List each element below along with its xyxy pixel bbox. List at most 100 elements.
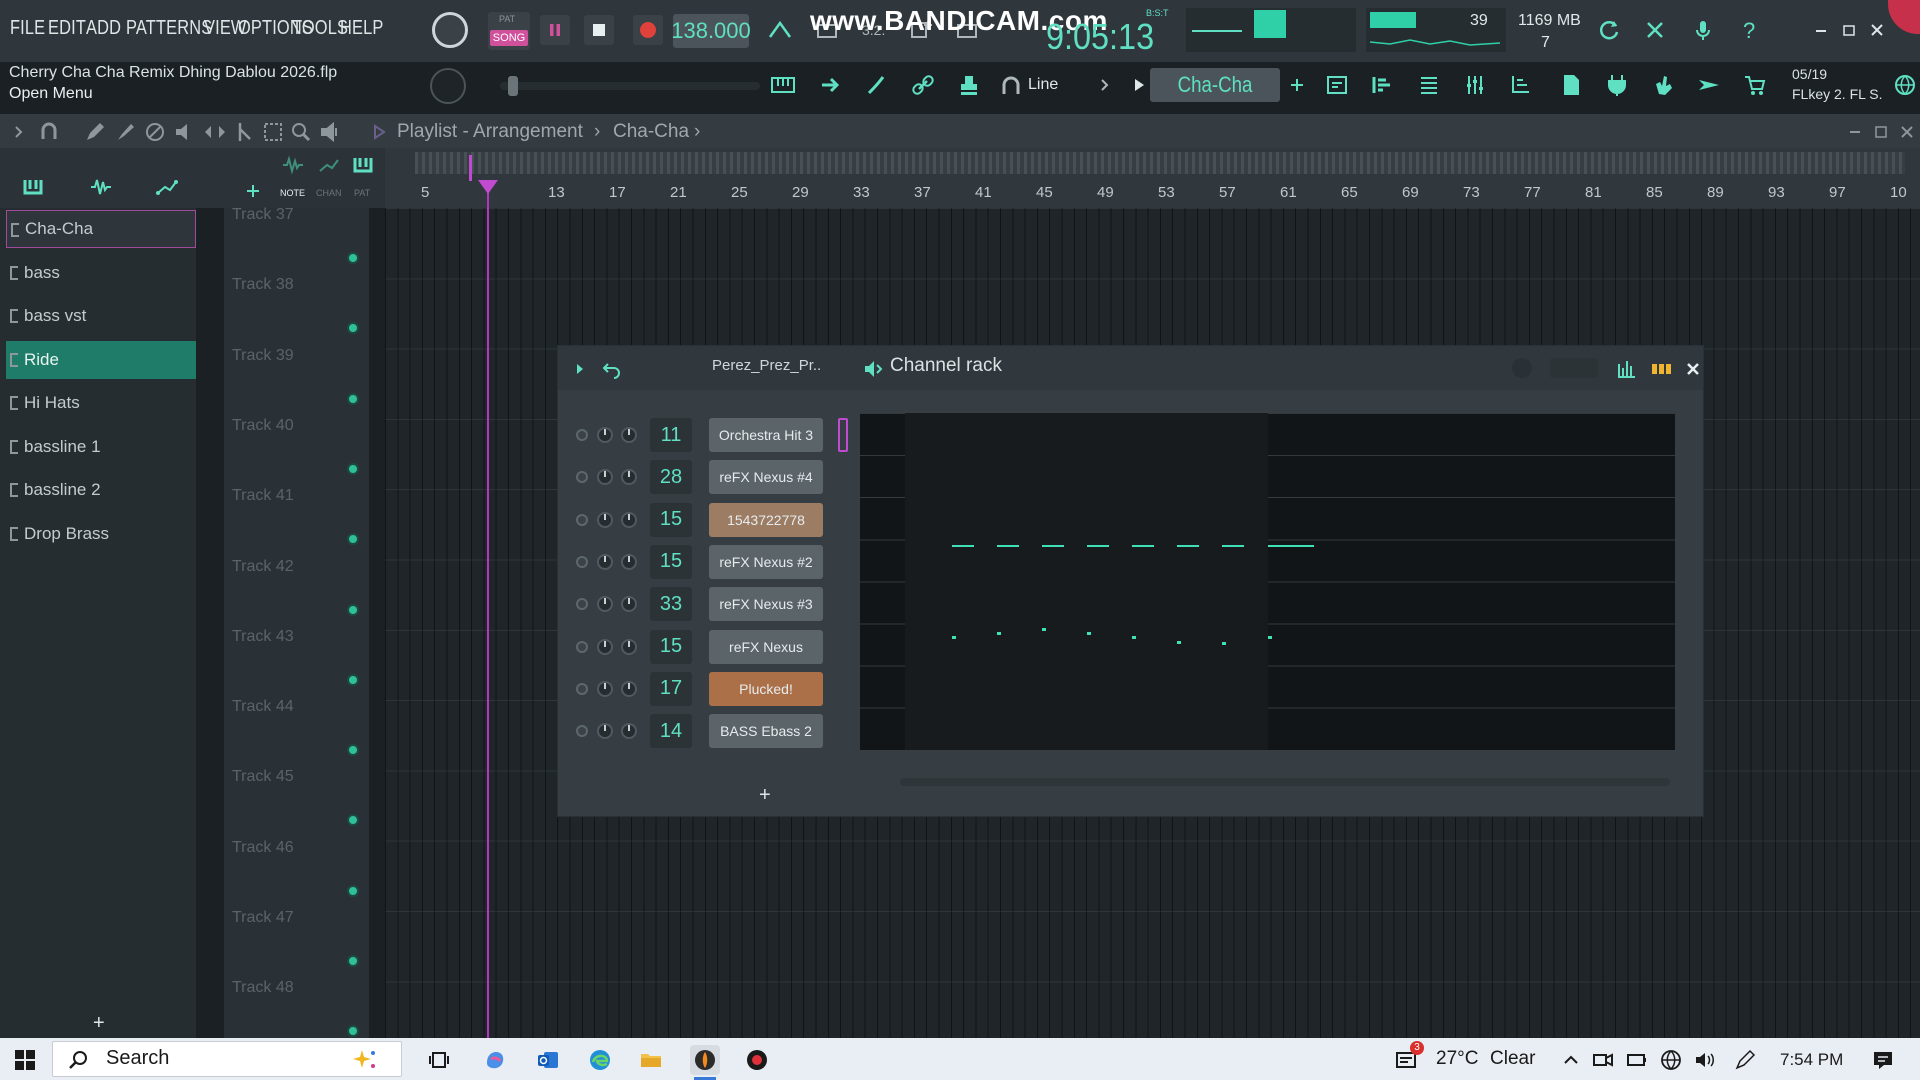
playlist-pattern-crumb[interactable]: Cha-Cha — [613, 121, 689, 143]
shop-button[interactable] — [1740, 70, 1770, 100]
help-button[interactable]: ? — [1734, 15, 1764, 45]
playlist-snap-button[interactable] — [34, 117, 64, 147]
rack-horizontal-scrollbar[interactable] — [900, 778, 1670, 786]
channel-mixer-track[interactable]: 14 — [650, 714, 692, 749]
edge-button[interactable] — [585, 1045, 615, 1075]
track-label[interactable]: Track 44 — [232, 698, 294, 716]
channel-pan-knob[interactable] — [597, 723, 613, 740]
pattern-item[interactable]: Ride — [6, 340, 196, 379]
overview-strip[interactable] — [415, 152, 1905, 174]
add-track-button[interactable] — [238, 176, 268, 206]
microphone-button[interactable] — [1688, 15, 1718, 45]
track-label[interactable]: Track 47 — [232, 909, 294, 927]
add-channel-button[interactable]: + — [759, 784, 771, 807]
playlist-close-button[interactable] — [1892, 117, 1920, 147]
plugin-db-button[interactable] — [1556, 70, 1586, 100]
system-clock[interactable]: 7:54 PM — [1780, 1050, 1843, 1070]
rack-graph-button[interactable] — [1612, 354, 1642, 384]
pattern-item[interactable]: Drop Brass — [6, 515, 196, 553]
pattern-item[interactable]: bass — [6, 254, 196, 292]
master-volume-knob[interactable] — [432, 12, 468, 48]
channel-pan-knob[interactable] — [597, 427, 613, 443]
track-label[interactable]: Track 42 — [232, 558, 294, 576]
channel-mute-led[interactable] — [576, 725, 588, 738]
track-label[interactable]: Track 41 — [232, 487, 294, 505]
menu-edit[interactable]: EDIT — [48, 17, 86, 40]
channel-pan-knob[interactable] — [597, 680, 613, 697]
channel-volume-knob[interactable] — [621, 511, 637, 528]
pattern-item[interactable]: Cha-Cha — [6, 210, 196, 248]
link-button[interactable] — [908, 70, 938, 100]
online-button[interactable] — [1890, 70, 1920, 100]
paint-tool-button[interactable] — [110, 117, 140, 147]
slide-tool-button[interactable] — [862, 70, 892, 100]
track-mute-led[interactable] — [347, 392, 359, 405]
channel-name-button[interactable]: Plucked! — [709, 671, 823, 706]
track-mute-led[interactable] — [347, 603, 359, 616]
channel-mixer-track[interactable]: 17 — [650, 671, 692, 706]
tray-overflow-button[interactable] — [1556, 1045, 1586, 1075]
channel-pan-knob[interactable] — [597, 638, 613, 655]
channel-pan-knob[interactable] — [597, 511, 613, 528]
file-explorer-button[interactable] — [636, 1045, 666, 1075]
playlist-automation-button[interactable] — [314, 150, 344, 180]
track-mute-led[interactable] — [347, 884, 359, 897]
channel-filter-selector[interactable]: Perez_Prez_Pr.. — [712, 357, 821, 374]
tempo-display[interactable]: 138.000 — [671, 14, 751, 48]
track-mute-led[interactable] — [347, 955, 359, 967]
mode-chan-label[interactable]: CHAN — [316, 188, 342, 198]
track-label[interactable]: Track 48 — [232, 979, 294, 997]
channel-name-button[interactable]: 1543722778 — [709, 502, 823, 537]
track-label[interactable]: Track 40 — [232, 417, 294, 435]
tray-volume-button[interactable] — [1690, 1045, 1720, 1075]
channel-name-button[interactable]: reFX Nexus #2 — [709, 544, 823, 579]
channel-mixer-track[interactable]: 15 — [650, 629, 692, 664]
copilot-button[interactable] — [480, 1045, 510, 1075]
slice-tool-button[interactable] — [230, 117, 260, 147]
track-mute-led[interactable] — [347, 673, 359, 686]
channel-volume-knob[interactable] — [621, 427, 637, 443]
start-button[interactable] — [10, 1045, 40, 1075]
mute-tool-button[interactable] — [170, 117, 200, 147]
playhead-marker[interactable] — [478, 180, 498, 194]
playhead-line[interactable] — [487, 180, 489, 1038]
pattern-item[interactable]: bassline 1 — [6, 428, 196, 466]
audio-clip-button[interactable] — [86, 172, 116, 202]
loop-start-marker[interactable] — [469, 155, 472, 181]
pat-song-toggle[interactable]: PAT SONG — [488, 12, 530, 50]
stop-button[interactable] — [584, 15, 614, 45]
piano-roll-view-button[interactable] — [1368, 70, 1398, 100]
rack-undo-button[interactable] — [597, 354, 627, 384]
refresh-button[interactable] — [1594, 15, 1624, 45]
tray-network-button[interactable] — [1656, 1045, 1686, 1075]
task-view-button[interactable] — [425, 1045, 455, 1075]
metronome-button[interactable] — [765, 15, 795, 45]
selected-channel-indicator[interactable] — [838, 418, 848, 452]
channel-mixer-track[interactable]: 11 — [650, 418, 692, 452]
slip-tool-button[interactable] — [200, 117, 230, 147]
tray-meet-button[interactable] — [1588, 1045, 1618, 1075]
close-window-button[interactable] — [1862, 15, 1892, 45]
weather-temperature[interactable]: 27°C — [1436, 1048, 1478, 1070]
add-pattern-plus[interactable]: + — [93, 1012, 105, 1035]
notification-center-button[interactable] — [1868, 1045, 1898, 1075]
magnet-snap-button[interactable] — [996, 72, 1026, 102]
rack-close-button[interactable] — [1678, 354, 1708, 384]
channel-volume-knob[interactable] — [621, 553, 637, 570]
maximize-window-button[interactable] — [1834, 15, 1864, 45]
automation-clip-button[interactable] — [152, 172, 182, 202]
main-volume-slider[interactable] — [500, 76, 760, 96]
snap-mode-label[interactable]: Line — [1028, 76, 1058, 94]
mode-pat-label[interactable]: PAT — [354, 188, 370, 198]
channel-mute-led[interactable] — [576, 555, 588, 568]
channel-mixer-track[interactable]: 28 — [650, 460, 692, 495]
weather-condition[interactable]: Clear — [1490, 1048, 1535, 1070]
delete-tool-button[interactable] — [140, 117, 170, 147]
select-tool-button[interactable] — [258, 117, 288, 147]
add-pattern-button[interactable] — [1282, 70, 1312, 100]
channel-mixer-track[interactable]: 15 — [650, 544, 692, 579]
playlist-waveform-button[interactable] — [278, 150, 308, 180]
track-mute-led[interactable] — [347, 462, 359, 475]
channel-rack-view-button[interactable] — [1414, 70, 1444, 100]
track-label[interactable]: Track 43 — [232, 628, 294, 646]
